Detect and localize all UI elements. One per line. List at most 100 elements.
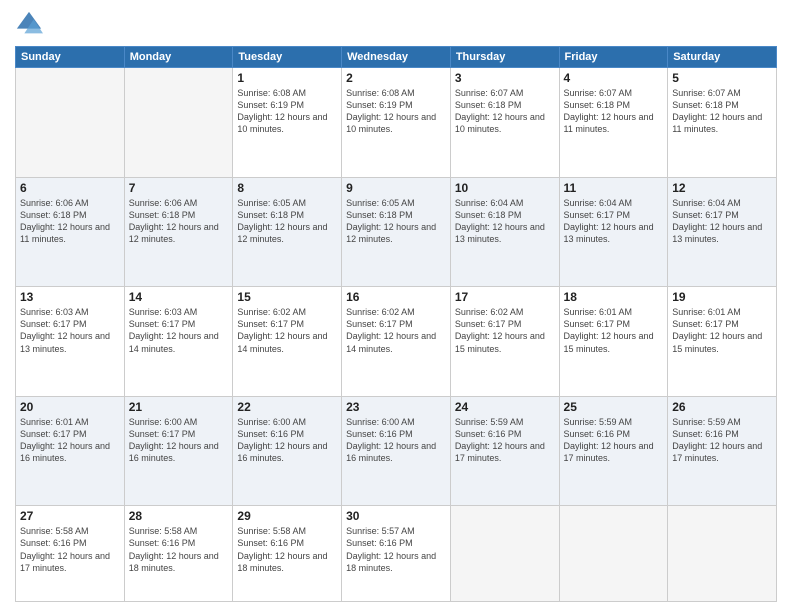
day-number: 22 xyxy=(237,400,337,414)
calendar-cell: 14 Sunrise: 6:03 AMSunset: 6:17 PMDayligh… xyxy=(124,287,233,397)
day-info: Sunrise: 6:02 AMSunset: 6:17 PMDaylight:… xyxy=(455,306,555,355)
day-info: Sunrise: 6:00 AMSunset: 6:17 PMDaylight:… xyxy=(129,416,229,465)
day-info: Sunrise: 6:03 AMSunset: 6:17 PMDaylight:… xyxy=(129,306,229,355)
calendar-cell: 25Sunrise: 5:59 AMSunset: 6:16 PMDayligh… xyxy=(559,396,668,506)
day-number: 19 xyxy=(672,290,772,304)
day-info: Sunrise: 6:08 AMSunset: 6:19 PMDaylight:… xyxy=(237,87,337,136)
day-number: 11 xyxy=(564,181,664,195)
day-number: 7 xyxy=(129,181,229,195)
calendar-cell: 27 Sunrise: 5:58 AMSunset: 6:16 PMDayligh… xyxy=(16,506,125,602)
day-number: 13 xyxy=(20,290,120,304)
calendar-cell: 21 Sunrise: 6:00 AMSunset: 6:17 PMDayligh… xyxy=(124,396,233,506)
calendar-cell xyxy=(668,506,777,602)
day-info: Sunrise: 6:04 AMSunset: 6:18 PMDaylight:… xyxy=(455,197,555,246)
calendar-cell: 13Sunrise: 6:03 AMSunset: 6:17 PMDayligh… xyxy=(16,287,125,397)
calendar-week-row: 13 Sunrise: 6:03 AMSunset: 6:17 PMDayligh… xyxy=(16,287,777,397)
day-info: Sunrise: 6:01 AMSunset: 6:17 PMDaylight:… xyxy=(672,306,772,355)
day-info: Sunrise: 6:05 AMSunset: 6:18 PMDaylight:… xyxy=(237,197,337,246)
calendar-cell: 22 Sunrise: 6:00 AMSunset: 6:16 PMDayligh… xyxy=(233,396,342,506)
calendar-cell: 4 Sunrise: 6:07 AMSunset: 6:18 PMDaylight… xyxy=(559,68,668,178)
calendar-header-row: SundayMondayTuesdayWednesdayThursdayFrid… xyxy=(16,47,777,68)
page: SundayMondayTuesdayWednesdayThursdayFrid… xyxy=(0,0,792,612)
day-number: 24 xyxy=(455,400,555,414)
calendar-cell: 9 Sunrise: 6:05 AMSunset: 6:18 PMDaylight… xyxy=(342,177,451,287)
day-number: 18 xyxy=(564,290,664,304)
col-header-wednesday: Wednesday xyxy=(342,47,451,68)
day-info: Sunrise: 6:00 AMSunset: 6:16 PMDaylight:… xyxy=(346,416,446,465)
day-number: 8 xyxy=(237,181,337,195)
day-number: 27 xyxy=(20,509,120,523)
day-info: Sunrise: 6:06 AMSunset: 6:18 PMDaylight:… xyxy=(20,197,120,246)
day-info: Sunrise: 5:59 AMSunset: 6:16 PMDaylight:… xyxy=(564,416,664,465)
day-number: 3 xyxy=(455,71,555,85)
day-number: 2 xyxy=(346,71,446,85)
calendar-cell: 19 Sunrise: 6:01 AMSunset: 6:17 PMDayligh… xyxy=(668,287,777,397)
day-number: 5 xyxy=(672,71,772,85)
day-number: 4 xyxy=(564,71,664,85)
col-header-monday: Monday xyxy=(124,47,233,68)
calendar-cell xyxy=(124,68,233,178)
calendar-week-row: 27 Sunrise: 5:58 AMSunset: 6:16 PMDayligh… xyxy=(16,506,777,602)
col-header-sunday: Sunday xyxy=(16,47,125,68)
calendar-cell: 8 Sunrise: 6:05 AMSunset: 6:18 PMDaylight… xyxy=(233,177,342,287)
calendar-week-row: 1Sunrise: 6:08 AMSunset: 6:19 PMDaylight… xyxy=(16,68,777,178)
calendar-week-row: 20 Sunrise: 6:01 AMSunset: 6:17 PMDayligh… xyxy=(16,396,777,506)
day-info: Sunrise: 6:07 AMSunset: 6:18 PMDaylight:… xyxy=(564,87,664,136)
day-number: 14 xyxy=(129,290,229,304)
day-info: Sunrise: 6:00 AMSunset: 6:16 PMDaylight:… xyxy=(237,416,337,465)
day-number: 21 xyxy=(129,400,229,414)
day-info: Sunrise: 6:07 AMSunset: 6:18 PMDaylight:… xyxy=(455,87,555,136)
day-number: 29 xyxy=(237,509,337,523)
day-info: Sunrise: 6:07 AMSunset: 6:18 PMDaylight:… xyxy=(672,87,772,136)
calendar-cell: 29 Sunrise: 5:58 AMSunset: 6:16 PMDayligh… xyxy=(233,506,342,602)
calendar-cell: 23Sunrise: 6:00 AMSunset: 6:16 PMDayligh… xyxy=(342,396,451,506)
day-info: Sunrise: 6:01 AMSunset: 6:17 PMDaylight:… xyxy=(20,416,120,465)
logo-icon xyxy=(15,10,43,38)
day-info: Sunrise: 6:08 AMSunset: 6:19 PMDaylight:… xyxy=(346,87,446,136)
day-info: Sunrise: 6:01 AMSunset: 6:17 PMDaylight:… xyxy=(564,306,664,355)
day-number: 17 xyxy=(455,290,555,304)
calendar-cell: 30Sunrise: 5:57 AMSunset: 6:16 PMDayligh… xyxy=(342,506,451,602)
day-number: 20 xyxy=(20,400,120,414)
day-number: 28 xyxy=(129,509,229,523)
day-info: Sunrise: 6:04 AMSunset: 6:17 PMDaylight:… xyxy=(672,197,772,246)
header xyxy=(15,10,777,38)
calendar-cell: 28 Sunrise: 5:58 AMSunset: 6:16 PMDayligh… xyxy=(124,506,233,602)
col-header-saturday: Saturday xyxy=(668,47,777,68)
logo xyxy=(15,10,47,38)
calendar-cell: 1Sunrise: 6:08 AMSunset: 6:19 PMDaylight… xyxy=(233,68,342,178)
day-number: 26 xyxy=(672,400,772,414)
day-info: Sunrise: 6:04 AMSunset: 6:17 PMDaylight:… xyxy=(564,197,664,246)
calendar-cell xyxy=(16,68,125,178)
day-number: 16 xyxy=(346,290,446,304)
day-info: Sunrise: 5:59 AMSunset: 6:16 PMDaylight:… xyxy=(455,416,555,465)
day-number: 12 xyxy=(672,181,772,195)
day-info: Sunrise: 6:05 AMSunset: 6:18 PMDaylight:… xyxy=(346,197,446,246)
calendar-cell: 16Sunrise: 6:02 AMSunset: 6:17 PMDayligh… xyxy=(342,287,451,397)
calendar-cell: 7 Sunrise: 6:06 AMSunset: 6:18 PMDaylight… xyxy=(124,177,233,287)
calendar-cell xyxy=(450,506,559,602)
day-number: 6 xyxy=(20,181,120,195)
col-header-tuesday: Tuesday xyxy=(233,47,342,68)
day-info: Sunrise: 5:58 AMSunset: 6:16 PMDaylight:… xyxy=(129,525,229,574)
day-number: 15 xyxy=(237,290,337,304)
calendar-week-row: 6 Sunrise: 6:06 AMSunset: 6:18 PMDaylight… xyxy=(16,177,777,287)
col-header-thursday: Thursday xyxy=(450,47,559,68)
calendar-cell: 5 Sunrise: 6:07 AMSunset: 6:18 PMDaylight… xyxy=(668,68,777,178)
calendar-cell: 12 Sunrise: 6:04 AMSunset: 6:17 PMDayligh… xyxy=(668,177,777,287)
calendar-cell: 26Sunrise: 5:59 AMSunset: 6:16 PMDayligh… xyxy=(668,396,777,506)
day-info: Sunrise: 5:58 AMSunset: 6:16 PMDaylight:… xyxy=(20,525,120,574)
calendar-cell: 20 Sunrise: 6:01 AMSunset: 6:17 PMDayligh… xyxy=(16,396,125,506)
calendar-cell: 18 Sunrise: 6:01 AMSunset: 6:17 PMDayligh… xyxy=(559,287,668,397)
day-number: 10 xyxy=(455,181,555,195)
day-info: Sunrise: 5:58 AMSunset: 6:16 PMDaylight:… xyxy=(237,525,337,574)
calendar-cell: 24 Sunrise: 5:59 AMSunset: 6:16 PMDayligh… xyxy=(450,396,559,506)
calendar-cell: 11 Sunrise: 6:04 AMSunset: 6:17 PMDayligh… xyxy=(559,177,668,287)
calendar-cell: 10 Sunrise: 6:04 AMSunset: 6:18 PMDayligh… xyxy=(450,177,559,287)
calendar-cell: 15Sunrise: 6:02 AMSunset: 6:17 PMDayligh… xyxy=(233,287,342,397)
day-info: Sunrise: 6:06 AMSunset: 6:18 PMDaylight:… xyxy=(129,197,229,246)
calendar-cell: 17 Sunrise: 6:02 AMSunset: 6:17 PMDayligh… xyxy=(450,287,559,397)
calendar-cell: 6 Sunrise: 6:06 AMSunset: 6:18 PMDaylight… xyxy=(16,177,125,287)
calendar-table: SundayMondayTuesdayWednesdayThursdayFrid… xyxy=(15,46,777,602)
day-number: 9 xyxy=(346,181,446,195)
